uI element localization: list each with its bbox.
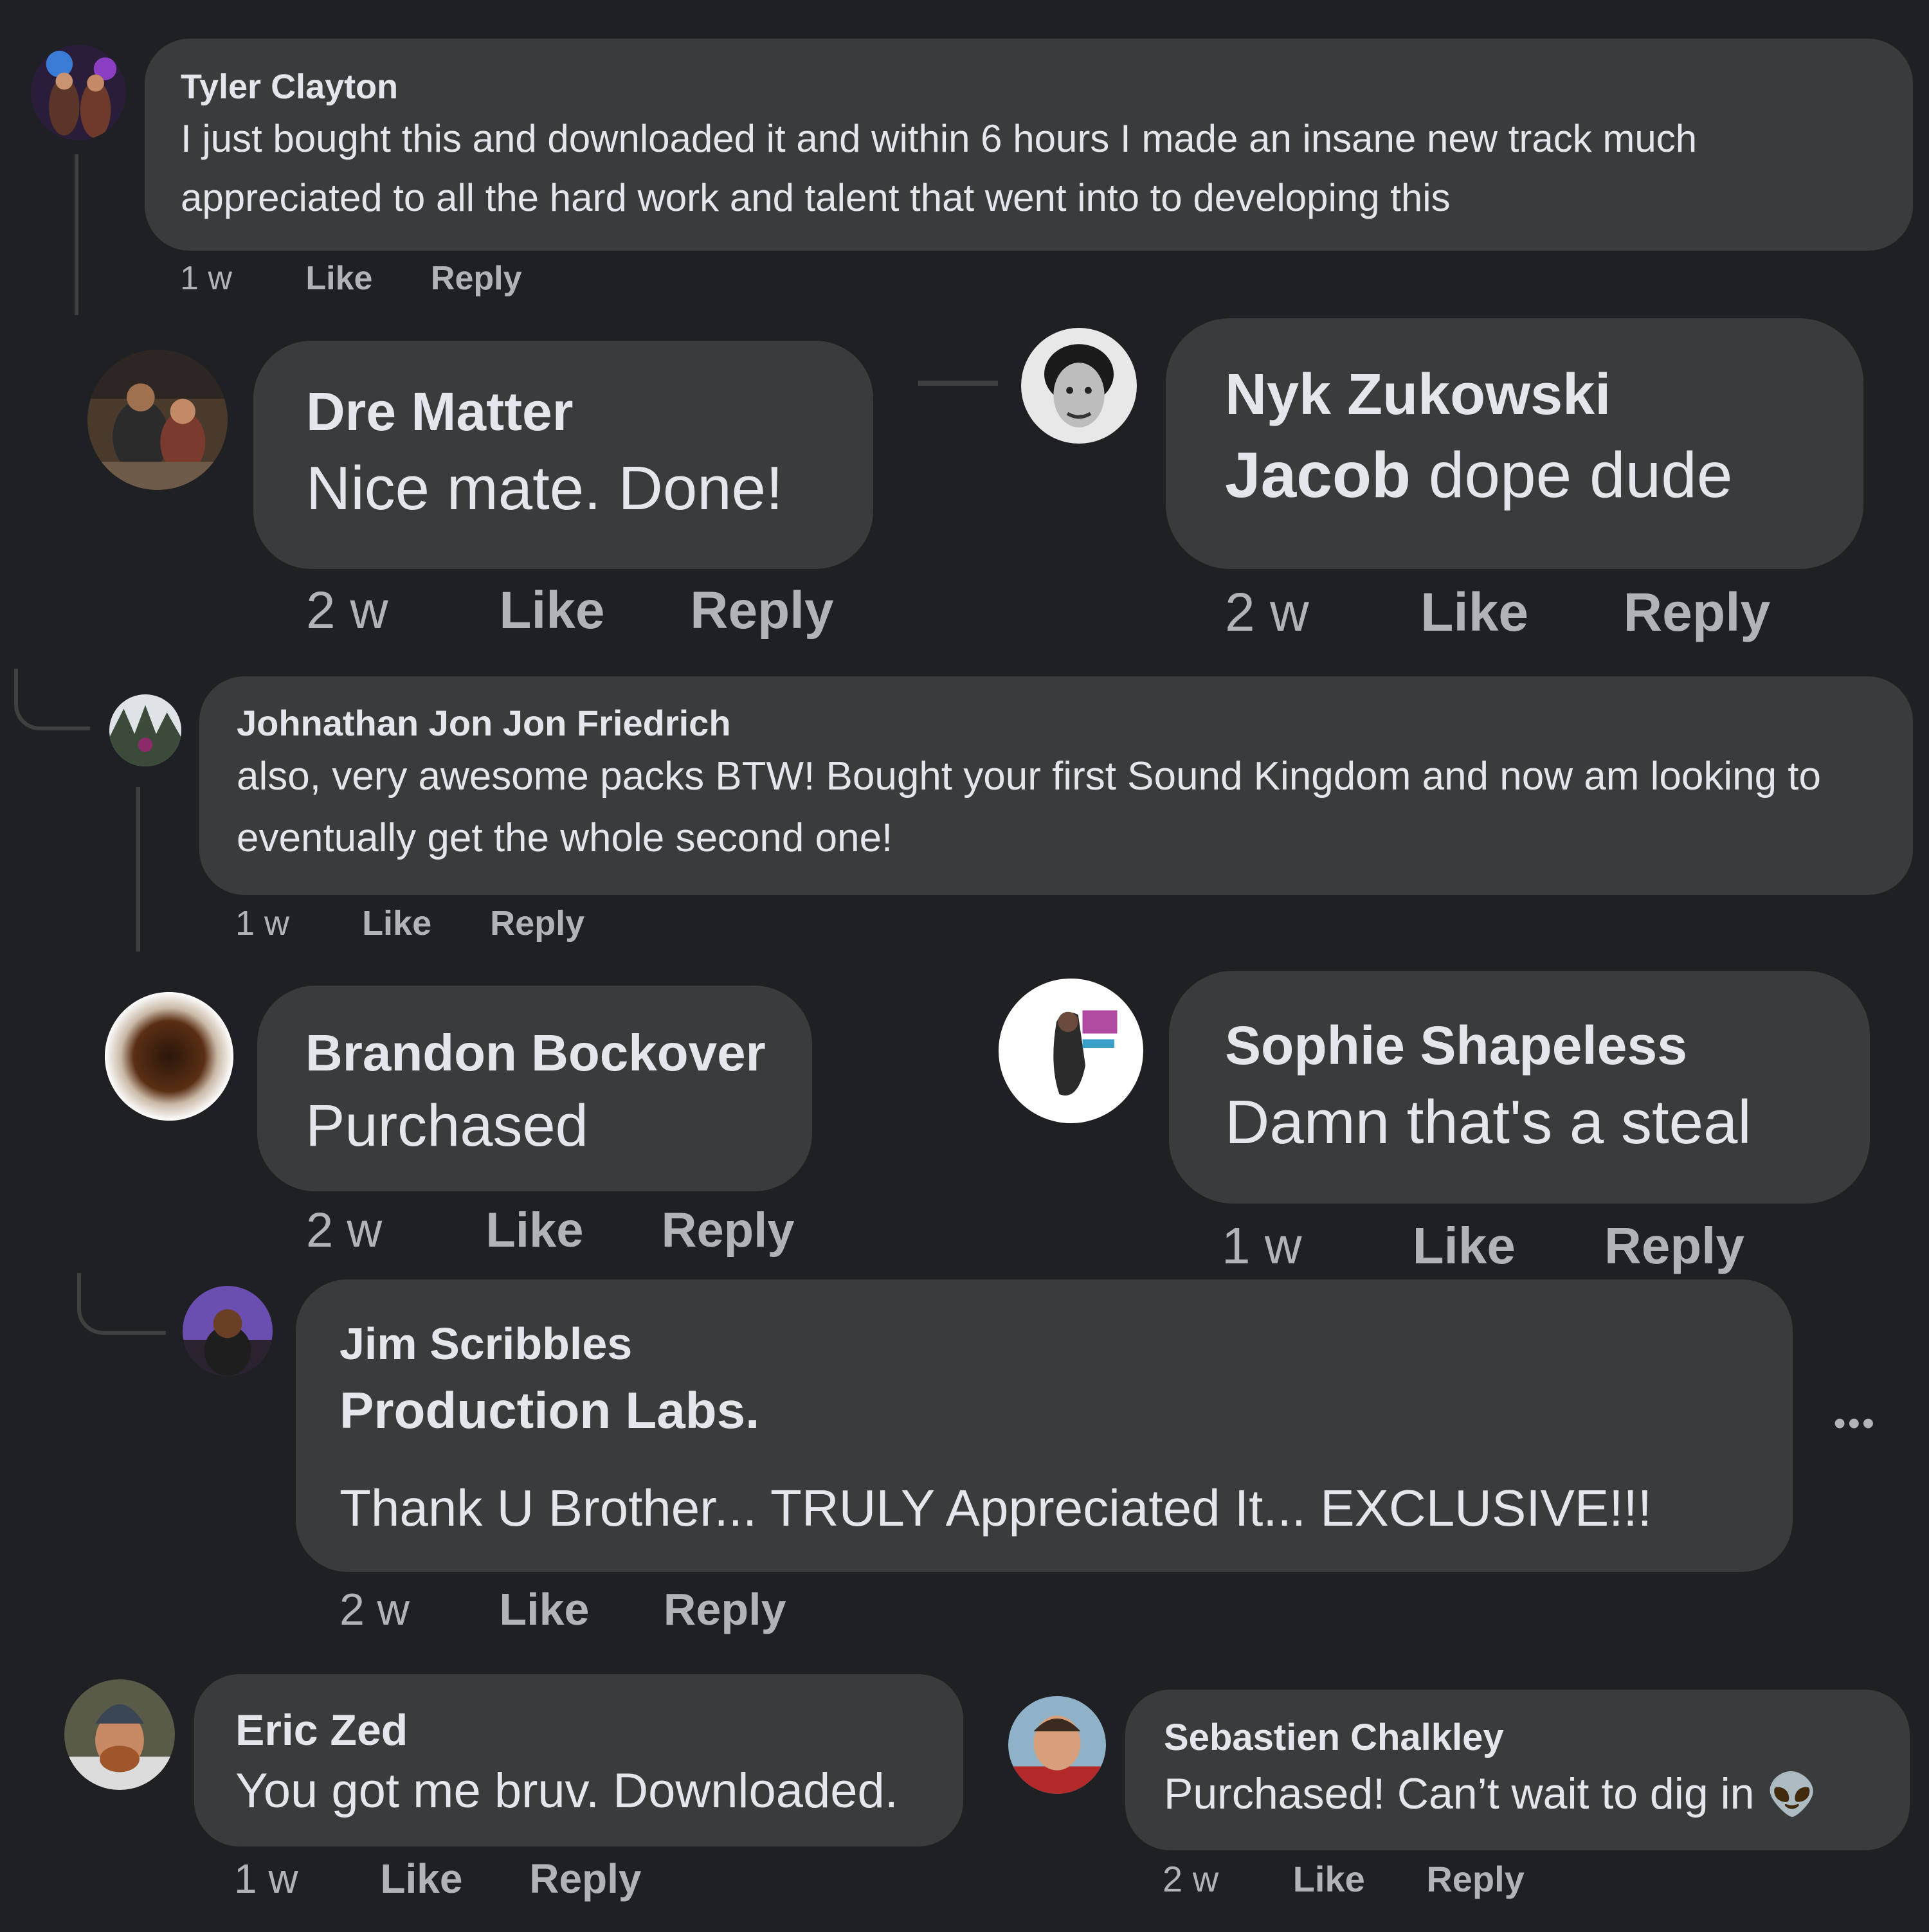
alien-emoji-icon: 👽: [1766, 1771, 1818, 1819]
comment-bubble: Dre Matter Nice mate. Done!: [253, 341, 873, 569]
comment-time: 2 w: [340, 1584, 410, 1634]
like-button[interactable]: Like: [499, 579, 604, 643]
comment-author[interactable]: Sebastien Chalkley: [1164, 1713, 1910, 1763]
comment-actions: 1 w Like Reply: [234, 1852, 642, 1906]
reply-button[interactable]: Reply: [662, 1200, 795, 1261]
comment-bubble: Jim Scribbles Production Labs. Thank U B…: [296, 1279, 1793, 1572]
comment-actions: 2 w Like Reply: [1163, 1855, 1525, 1903]
avatar[interactable]: [64, 1679, 175, 1790]
comment-actions: 2 w Like Reply: [306, 1200, 795, 1261]
comment-author[interactable]: Jim Scribbles: [340, 1313, 1793, 1375]
avatar[interactable]: [1008, 1696, 1106, 1794]
comment-text: Damn that's a steal: [1225, 1088, 1752, 1157]
comment-text: I just bought this and downloaded it and…: [181, 117, 1698, 219]
comment-actions: 2 w Like Reply: [306, 579, 834, 643]
comment-time: 2 w: [306, 581, 388, 640]
comment-text: Thank U Brother... TRULY Appreciated It.…: [340, 1479, 1652, 1537]
reply-button[interactable]: Reply: [1426, 1855, 1525, 1903]
comment-bubble: Tyler Clayton I just bought this and dow…: [145, 39, 1913, 251]
reply-button[interactable]: Reply: [1624, 579, 1771, 646]
comment-author[interactable]: Eric Zed: [235, 1702, 963, 1758]
like-button[interactable]: Like: [499, 1580, 589, 1638]
comment-author[interactable]: Nyk Zukowski: [1225, 357, 1863, 433]
comment-text: You got me bruv. Downloaded.: [235, 1764, 898, 1818]
comment-bubble: Johnathan Jon Jon Friedrich also, very a…: [199, 676, 1913, 895]
thread-line: [918, 381, 998, 386]
reply-button[interactable]: Reply: [1604, 1214, 1744, 1278]
avatar[interactable]: [109, 694, 181, 766]
thread-line: [75, 154, 78, 315]
comment-time: 2 w: [1163, 1859, 1219, 1899]
comment-bubble: Eric Zed You got me bruv. Downloaded.: [194, 1674, 963, 1846]
mention-tag[interactable]: Jacob: [1225, 439, 1411, 511]
avatar[interactable]: [183, 1286, 273, 1376]
like-button[interactable]: Like: [1413, 1214, 1516, 1278]
more-options-button[interactable]: •••: [1834, 1404, 1877, 1443]
like-button[interactable]: Like: [305, 256, 372, 301]
comment-bubble: Sebastien Chalkley Purchased! Can’t wait…: [1125, 1690, 1910, 1850]
like-button[interactable]: Like: [485, 1200, 583, 1261]
comment-author[interactable]: Dre Matter: [306, 376, 873, 447]
reply-button[interactable]: Reply: [664, 1580, 786, 1638]
avatar[interactable]: [105, 992, 233, 1121]
comment-actions: 1 w Like Reply: [235, 900, 584, 946]
reply-button[interactable]: Reply: [690, 579, 833, 643]
like-button[interactable]: Like: [380, 1852, 462, 1906]
comment-actions: 2 w Like Reply: [1225, 579, 1770, 646]
avatar[interactable]: [87, 350, 228, 490]
comment-actions: 1 w Like Reply: [180, 256, 522, 301]
comment-time: 1 w: [235, 904, 290, 943]
comment-text: Nice mate. Done!: [306, 454, 783, 523]
comment-text: Purchased! Can’t wait to dig in 👽: [1164, 1769, 1818, 1819]
reply-button[interactable]: Reply: [431, 256, 522, 301]
comment-time: 1 w: [1222, 1217, 1302, 1274]
comment-actions: 2 w Like Reply: [340, 1580, 786, 1638]
comment-time: 2 w: [306, 1203, 383, 1258]
like-button[interactable]: Like: [1293, 1855, 1365, 1903]
comment-author[interactable]: Tyler Clayton: [181, 64, 1913, 109]
comment-bubble: Sophie Shapeless Damn that's a steal: [1169, 971, 1870, 1204]
thread-connector: [77, 1273, 166, 1335]
comment-time: 2 w: [1225, 582, 1309, 642]
comment-author[interactable]: Sophie Shapeless: [1225, 1009, 1870, 1081]
comment-author[interactable]: Brandon Bockover: [305, 1019, 812, 1087]
mention-tag[interactable]: Production Labs.: [340, 1375, 1793, 1447]
avatar[interactable]: [999, 979, 1143, 1123]
comment-time: 1 w: [234, 1855, 298, 1902]
comment-text: Purchased: [305, 1093, 588, 1159]
like-button[interactable]: Like: [1420, 579, 1528, 646]
reply-button[interactable]: Reply: [490, 900, 584, 946]
thread-connector: [14, 669, 90, 730]
comment-text: Jacob dope dude: [1225, 439, 1733, 511]
avatar[interactable]: [1021, 328, 1137, 444]
reply-button[interactable]: Reply: [529, 1852, 641, 1906]
comment-bubble: Nyk Zukowski Jacob dope dude: [1166, 318, 1863, 569]
comment-author[interactable]: Johnathan Jon Jon Friedrich: [237, 701, 1913, 746]
comment-actions: 1 w Like Reply: [1222, 1214, 1744, 1278]
like-button[interactable]: Like: [362, 900, 431, 946]
avatar[interactable]: [31, 45, 126, 140]
comment-bubble: Brandon Bockover Purchased: [257, 986, 812, 1191]
comment-text: also, very awesome packs BTW! Bought you…: [237, 754, 1821, 860]
comment-time: 1 w: [180, 260, 232, 297]
thread-line: [136, 787, 140, 952]
